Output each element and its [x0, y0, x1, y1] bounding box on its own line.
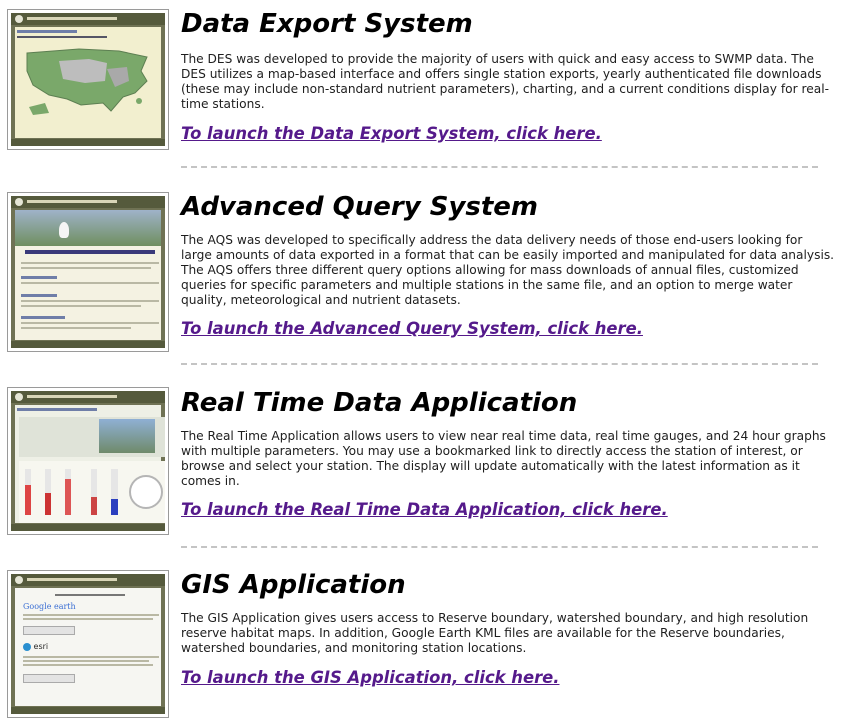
rta-screenshot-thumbnail[interactable]: [7, 387, 169, 535]
gis-title: GIS Application: [181, 570, 406, 600]
thumb-header: [11, 391, 165, 403]
des-launch-link[interactable]: To launch the Data Export System, click …: [181, 124, 602, 144]
des-screenshot-thumbnail[interactable]: [7, 9, 169, 150]
thumb-header: [11, 196, 165, 208]
thumb-header: [11, 13, 165, 25]
thumb-footer: [11, 524, 165, 531]
rta-description: The Real Time Application allows users t…: [181, 429, 826, 488]
thumb-footer: [11, 341, 165, 348]
section-divider: [181, 363, 818, 365]
thumb-footer: [11, 707, 165, 714]
google-earth-logo: Google earth: [23, 602, 76, 611]
des-title: Data Export System: [181, 9, 473, 39]
us-map-thumbnail: [26, 48, 148, 115]
section-divider: [181, 166, 818, 168]
aqs-description: The AQS was developed to specifically ad…: [181, 233, 835, 307]
aqs-screenshot-thumbnail[interactable]: [7, 192, 169, 352]
gis-description: The GIS Application gives users access t…: [181, 611, 809, 655]
section-divider: [181, 546, 818, 548]
thumb-header: [11, 574, 165, 586]
gis-screenshot-thumbnail[interactable]: Google earth esri: [7, 570, 169, 718]
thumb-footer: [11, 139, 165, 146]
rta-title: Real Time Data Application: [181, 388, 578, 418]
gis-launch-link[interactable]: To launch the GIS Application, click her…: [181, 668, 560, 688]
des-description: The DES was developed to provide the maj…: [181, 52, 829, 111]
esri-logo: esri: [23, 642, 48, 651]
aqs-title: Advanced Query System: [181, 192, 539, 222]
aqs-launch-link[interactable]: To launch the Advanced Query System, cli…: [181, 319, 643, 339]
rta-launch-link[interactable]: To launch the Real Time Data Application…: [181, 500, 668, 520]
